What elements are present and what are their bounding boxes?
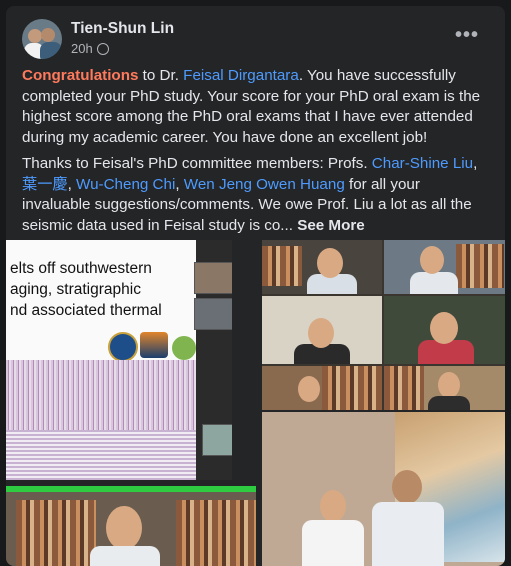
globe-logo-icon bbox=[172, 336, 196, 360]
video-tile bbox=[384, 296, 505, 364]
text-span: , bbox=[175, 175, 184, 193]
slide-text-line: aging, stratigraphic bbox=[10, 281, 141, 298]
emblem-icon bbox=[140, 332, 168, 358]
see-more-link[interactable]: See More bbox=[297, 217, 365, 234]
video-tile bbox=[384, 240, 505, 294]
post-time[interactable]: 20h bbox=[71, 41, 93, 56]
more-options-icon[interactable]: ••• bbox=[455, 24, 479, 47]
participant-thumbnail bbox=[194, 262, 232, 294]
text-span: , bbox=[67, 175, 77, 193]
mention-char-shine-liu[interactable]: Char-Shine Liu bbox=[372, 155, 473, 172]
text-span: Thanks to Feisal's PhD committee members… bbox=[22, 155, 372, 172]
post-card: Tien-Shun Lin 20h ••• Congratulations to… bbox=[6, 6, 505, 566]
video-tile bbox=[262, 296, 382, 364]
mention-ye-yi-ching[interactable]: 葉一慶 bbox=[22, 176, 68, 193]
university-logo-icon bbox=[108, 332, 138, 362]
slide-text-line: nd associated thermal bbox=[10, 302, 162, 319]
participant-thumbnail bbox=[202, 424, 232, 456]
photo-two-people[interactable] bbox=[262, 412, 505, 566]
status-bar bbox=[6, 486, 256, 492]
text-span: , bbox=[473, 155, 478, 172]
post-text: Congratulations to Dr. Feisal Dirgantara… bbox=[22, 66, 492, 242]
mention-feisal[interactable]: Feisal Dirgantara bbox=[183, 67, 299, 84]
photo-video-grid[interactable] bbox=[262, 240, 505, 410]
post-paragraph-1: Congratulations to Dr. Feisal Dirgantara… bbox=[22, 66, 492, 148]
photo-slide-screenshot[interactable]: elts off southwestern aging, stratigraph… bbox=[6, 240, 232, 480]
video-tile bbox=[384, 366, 505, 410]
text-span: to Dr. bbox=[138, 67, 184, 84]
author-avatar[interactable] bbox=[22, 19, 62, 59]
highlight-word: Congratulations bbox=[22, 67, 139, 84]
globe-icon bbox=[96, 43, 109, 55]
slide-text-line: elts off southwestern bbox=[10, 260, 152, 277]
video-tile bbox=[262, 366, 382, 410]
author-name[interactable]: Tien-Shun Lin bbox=[71, 20, 174, 38]
photo-zoom-meeting[interactable] bbox=[6, 486, 256, 566]
mention-wu-cheng-chi[interactable]: Wu-Cheng Chi bbox=[76, 176, 175, 193]
mention-wen-jeng-owen-huang[interactable]: Wen Jeng Owen Huang bbox=[184, 176, 345, 193]
post-paragraph-2: Thanks to Feisal's PhD committee members… bbox=[22, 154, 492, 236]
photo-grid: elts off southwestern aging, stratigraph… bbox=[6, 240, 505, 566]
post-meta: 20h bbox=[71, 41, 109, 56]
participant-thumbnail bbox=[194, 298, 232, 330]
video-tile bbox=[262, 240, 382, 294]
